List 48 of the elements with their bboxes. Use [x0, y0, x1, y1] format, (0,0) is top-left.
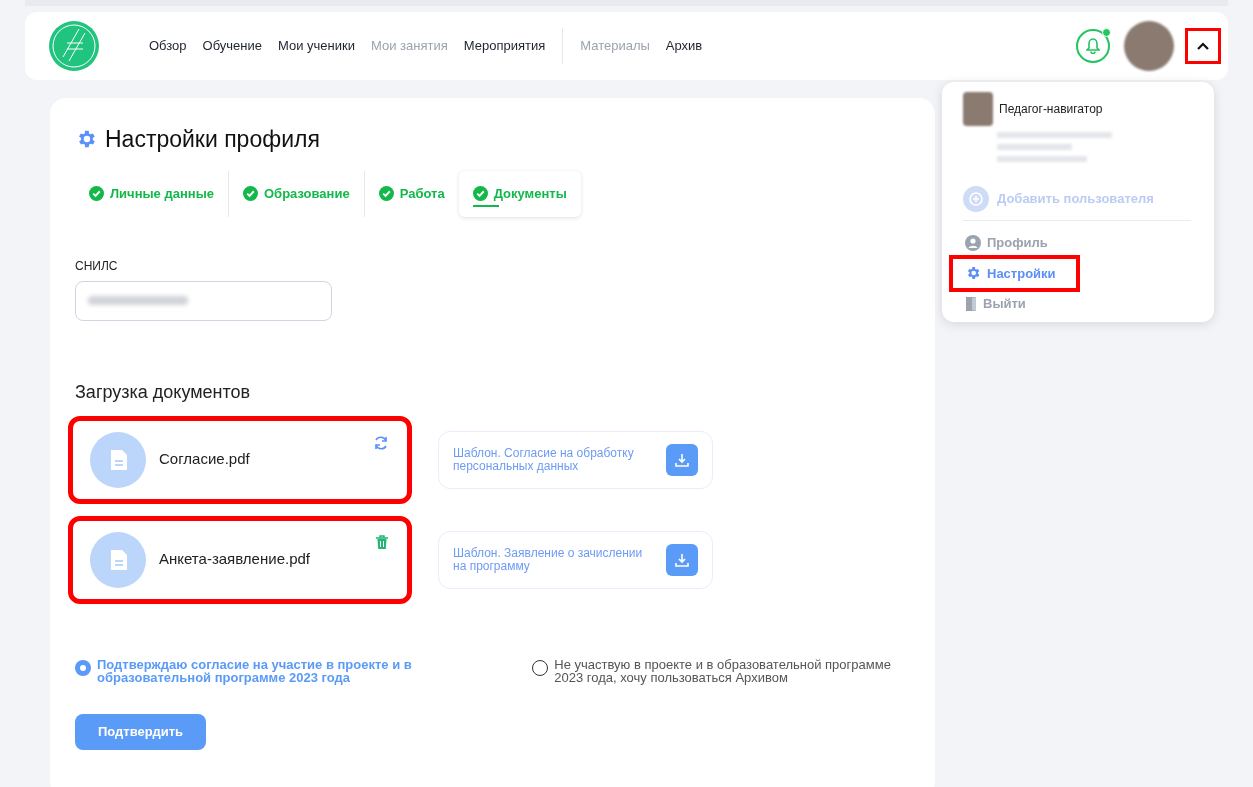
- nav-link[interactable]: Мероприятия: [455, 36, 554, 56]
- check-circle-icon: [472, 186, 488, 201]
- snils-field[interactable]: [75, 280, 332, 321]
- menu-item[interactable]: Профиль: [963, 231, 1050, 255]
- field-label: СНИЛС: [75, 257, 119, 275]
- section-title: Загрузка документов: [75, 380, 252, 404]
- bell-icon: [1086, 38, 1100, 54]
- plus-circle-icon: [963, 186, 989, 212]
- door-icon: [965, 295, 977, 312]
- page-title: Настройки профиля: [105, 125, 320, 154]
- download-button[interactable]: [666, 443, 698, 476]
- menu-toggle-button[interactable]: [1188, 31, 1218, 61]
- file-name: Согласие.pdf: [159, 449, 250, 470]
- settings-icon: [965, 265, 981, 282]
- chevron-icon: [1197, 42, 1209, 50]
- check-circle-icon: [243, 186, 258, 201]
- user-icon: [965, 234, 981, 251]
- confirm-button[interactable]: Подтвердить: [75, 713, 206, 750]
- template-title: Шаблон. Согласие на обработку персональных данных: [453, 446, 635, 473]
- document-icon: [90, 431, 146, 488]
- radio-button[interactable]: [75, 659, 91, 676]
- notification-button[interactable]: [1076, 29, 1110, 63]
- tab[interactable]: Личные данные: [75, 170, 228, 217]
- template-title: Шаблон. Заявление о зачислении на программу: [453, 546, 644, 573]
- download-icon: [675, 452, 689, 467]
- radio-option[interactable]: Подтверждаю согласие на участие в проекте и в образовательной программе 2023 года: [75, 657, 473, 684]
- menu-item[interactable]: Настройки: [953, 258, 1076, 288]
- nav-link[interactable]: Архив: [657, 36, 711, 56]
- refresh-icon[interactable]: [373, 434, 389, 451]
- logo-icon: [49, 21, 99, 71]
- tab[interactable]: Образование: [229, 170, 364, 217]
- menu-item[interactable]: Выйти: [963, 292, 1028, 316]
- user-role: Педагог-навигатор: [999, 101, 1103, 118]
- download-icon: [675, 552, 689, 567]
- trash-icon[interactable]: [375, 534, 389, 550]
- file-name: Анкета-заявление.pdf: [159, 549, 310, 570]
- nav-link[interactable]: Обучение: [194, 36, 270, 56]
- check-circle-icon: [378, 186, 394, 201]
- nav-link[interactable]: Мои ученики: [270, 36, 363, 56]
- document-icon: [90, 531, 146, 588]
- avatar[interactable]: [1124, 21, 1174, 71]
- radio-option[interactable]: Не участвую в проекте и в образовательной программе 2023 года, хочу пользоваться Архивом: [532, 657, 935, 684]
- download-button[interactable]: [666, 543, 698, 576]
- nav-link[interactable]: Обзор: [141, 36, 195, 56]
- avatar: [963, 92, 993, 126]
- tab[interactable]: Документы: [458, 170, 581, 217]
- check-circle-icon: [89, 186, 104, 201]
- tab[interactable]: Работа: [364, 170, 459, 217]
